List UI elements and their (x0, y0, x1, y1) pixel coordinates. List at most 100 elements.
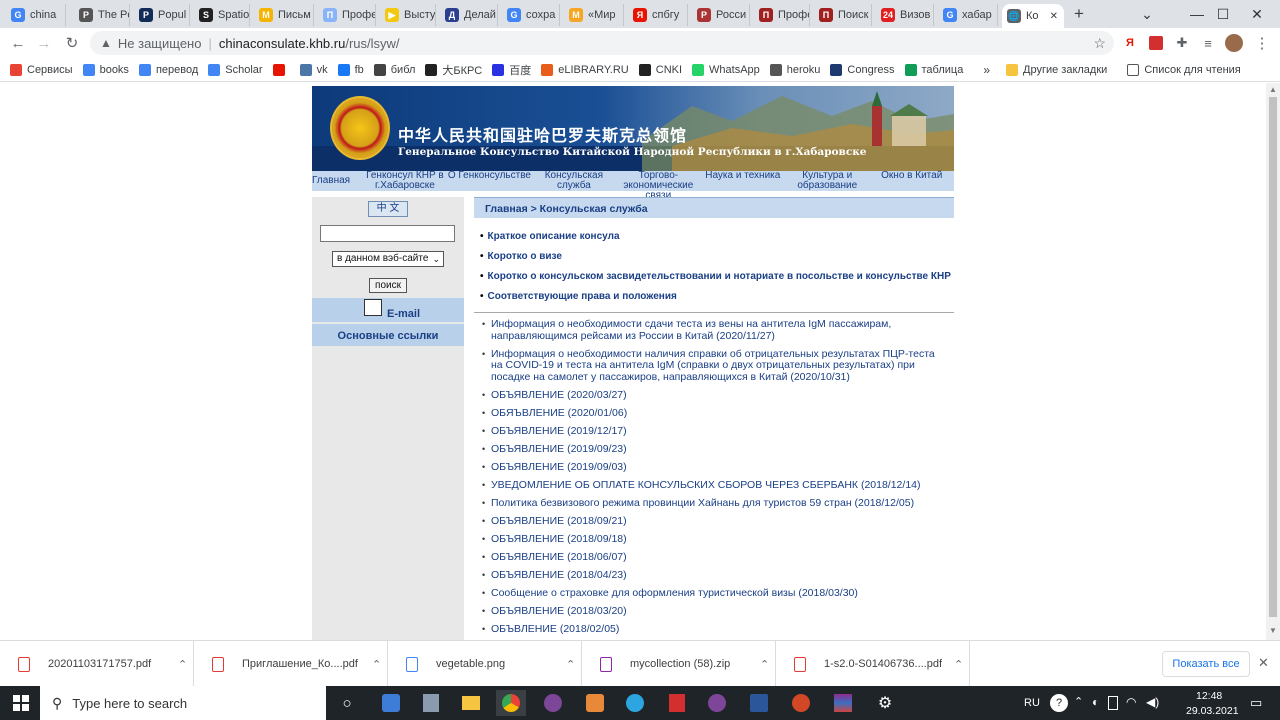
download-item[interactable]: vegetable.png ⌃ (388, 641, 582, 687)
address-bar[interactable]: ▲ Не защищено | chinaconsulate.khb.ru/ru… (90, 31, 1114, 55)
bookmark-item[interactable]: Congress (830, 63, 895, 76)
tor-browser-icon[interactable] (702, 690, 732, 716)
news-item[interactable]: • ОБЪЯВЛЕНИЕ (2018/09/18) (482, 533, 944, 546)
close-tab-icon[interactable]: ✕ (1050, 11, 1058, 22)
news-link[interactable]: ОБЪЯВЛЕНИЕ (2018/06/07) (491, 551, 627, 563)
news-link[interactable]: ОБЪЯВЛЕНИЕ (2020/03/27) (491, 389, 627, 401)
taskbar-search-box[interactable]: ⚲ Type here to search (40, 686, 326, 720)
battery-icon[interactable] (1108, 696, 1118, 710)
chevron-up-icon[interactable]: ⌃ (566, 658, 575, 671)
email-link[interactable]: E-mail (387, 308, 420, 320)
calculator-icon[interactable] (416, 690, 446, 716)
tray-chevron-icon[interactable]: ⌃ (1074, 695, 1083, 708)
bookmark-item[interactable]: 大БКРС (425, 62, 482, 78)
download-item[interactable]: Приглашение_Ко....pdf ⌃ (194, 641, 388, 687)
back-icon[interactable]: ← (8, 33, 28, 53)
file-explorer-icon[interactable] (456, 690, 486, 716)
chevron-up-icon[interactable]: ⌃ (760, 658, 769, 671)
email-row[interactable]: E-mail (312, 298, 464, 322)
powerpoint-icon[interactable] (786, 690, 816, 716)
bookmark-item[interactable]: CNKI (638, 63, 682, 76)
tab[interactable]: Д Делай (440, 4, 498, 26)
bookmark-star-icon[interactable]: ☆ (1093, 35, 1106, 52)
reload-icon[interactable]: ↻ (62, 33, 82, 53)
news-link[interactable]: ОБЪЯВЛЕНИЕ (2018/09/21) (491, 515, 627, 527)
section-link-item[interactable]: • Соответствующие права и положения (480, 291, 960, 302)
bookmark-item[interactable]: WhatsApp (692, 63, 760, 76)
download-item[interactable]: 20201103171757.pdf ⌃ (0, 641, 194, 687)
news-item[interactable]: • ОБЪЯВЛЕНИЕ (2018/09/21) (482, 515, 944, 528)
chrome-taskbar-icon[interactable] (496, 690, 526, 716)
chevron-up-icon[interactable]: ⌃ (178, 658, 187, 671)
breadcrumb-text[interactable]: Главная > Консульская служба (485, 203, 648, 215)
chevron-up-icon[interactable]: ⌃ (372, 658, 381, 671)
pdf-extension-icon[interactable] (1146, 33, 1166, 53)
news-link[interactable]: ОБЪЯВЛЕНИЕ (2019/12/17) (491, 425, 627, 437)
site-nav-item[interactable]: Торгово-экономические связи (616, 171, 700, 201)
taskbar-app-2-icon[interactable] (580, 690, 610, 716)
news-link[interactable]: ОБЪЯВЛЕНИЕ (2019/09/23) (491, 443, 627, 455)
tab[interactable]: П Поиск (814, 4, 872, 26)
bookmark-item[interactable]: books (82, 63, 129, 76)
news-item[interactable]: • ОБЪЯВЛЕНИЕ (2018/03/20) (482, 605, 944, 618)
scroll-down-icon[interactable]: ▼ (1269, 626, 1277, 635)
word-icon[interactable] (744, 690, 774, 716)
search-button[interactable]: поиск (369, 278, 407, 293)
media-icon[interactable]: ≡ (1198, 33, 1218, 53)
new-tab-button[interactable]: + (1074, 4, 1084, 24)
bookmark-item[interactable]: Сервисы (10, 63, 73, 76)
site-nav-item[interactable]: О Генконсульстве (447, 171, 531, 191)
scrollbar-thumb[interactable] (1269, 97, 1277, 617)
news-link[interactable]: ОБЪВЛЕНИЕ (2018/02/05) (491, 623, 619, 635)
tor-icon[interactable] (538, 690, 568, 716)
section-link-item[interactable]: • Коротко о консульском засвидетельствова… (480, 271, 960, 282)
clock-time[interactable]: 12:48 (1196, 690, 1222, 702)
help-icon[interactable]: ? (1050, 694, 1068, 712)
news-link[interactable]: ОБЪЯВЛЕНИЕ (2018/03/20) (491, 605, 627, 617)
site-nav-item[interactable]: Окно в Китай (870, 171, 954, 191)
news-item[interactable]: • ОБЪЯВЛЕНИЕ (2019/12/17) (482, 425, 944, 438)
tab[interactable]: М «Мир (564, 4, 624, 26)
task-view-icon[interactable]: ○ (332, 690, 362, 716)
news-item[interactable]: • УВЕДОМЛЕНИЕ ОБ ОПЛАТЕ КОНСУЛЬСКИХ СБОРО… (482, 479, 944, 492)
site-nav-item[interactable]: Культура и образование (785, 171, 869, 191)
tab[interactable]: Gхабар (938, 4, 998, 26)
section-link[interactable]: Коротко о консульском засвидетельствован… (488, 271, 951, 282)
site-nav-item[interactable]: Консульская служба (532, 171, 616, 191)
yandex-extension-icon[interactable]: Я (1120, 33, 1140, 53)
news-link[interactable]: Сообщение о страховке для оформления тур… (491, 587, 858, 599)
forward-icon[interactable]: → (34, 33, 54, 53)
tab[interactable]: П Профе (754, 4, 810, 26)
tab[interactable]: 24 Визов (876, 4, 934, 26)
section-link-item[interactable]: • Коротко о визе (480, 251, 960, 262)
news-link[interactable]: Информация о необходимости наличия справ… (491, 348, 935, 383)
acrobat-icon[interactable] (662, 690, 692, 716)
search-input[interactable] (320, 225, 455, 242)
menu-icon[interactable]: ⋮ (1252, 33, 1272, 53)
news-link[interactable]: ОБЪЯВЛЕНИЕ (2018/09/18) (491, 533, 627, 545)
bookmark-item[interactable]: vk (299, 63, 328, 76)
tab[interactable]: Gсохра (502, 4, 560, 26)
bookmark-item[interactable]: eLIBRARY.RU (541, 63, 629, 76)
news-item[interactable]: • ОБЪЯВЛЕНИЕ (2019/09/23) (482, 443, 944, 456)
tab[interactable]: ▶ Высту (380, 4, 436, 26)
notifications-icon[interactable]: ▭ (1250, 695, 1262, 711)
bookmark-item[interactable]: fb (337, 63, 364, 76)
tab[interactable]: M Письм (254, 4, 314, 26)
news-link[interactable]: ОБЯЪВЛЕНИЕ (2020/01/06) (491, 407, 627, 419)
news-item[interactable]: • Информация о необходимости наличия спра… (482, 348, 944, 384)
news-link[interactable]: ОБЪЯВЛЕНИЕ (2019/09/03) (491, 461, 627, 473)
windows-start-icon[interactable] (6, 690, 36, 716)
language-switch-button[interactable]: 中 文 (368, 201, 408, 217)
news-item[interactable]: • Информация о необходимости сдачи теста … (482, 318, 944, 342)
bookmark-item[interactable]: heroku (769, 63, 820, 76)
news-item[interactable]: • Политика безвизового режима провинции Х… (482, 497, 944, 510)
news-item[interactable]: • ОБЪВЛЕНИЕ (2018/02/05) (482, 623, 944, 636)
news-link[interactable]: Информация о необходимости сдачи теста и… (491, 318, 891, 342)
search-scope-select[interactable]: в данном вэб-сайте ⌄ (332, 251, 444, 267)
links-label[interactable]: Основные ссылки (338, 330, 439, 342)
tab-active[interactable]: 🌐 Ко ✕ (1002, 4, 1064, 28)
bookmark-item[interactable]: 百度 (492, 62, 531, 78)
extensions-icon[interactable]: ✚ (1172, 33, 1192, 53)
other-bookmarks-folder[interactable]: Другие закладки (1006, 63, 1107, 76)
